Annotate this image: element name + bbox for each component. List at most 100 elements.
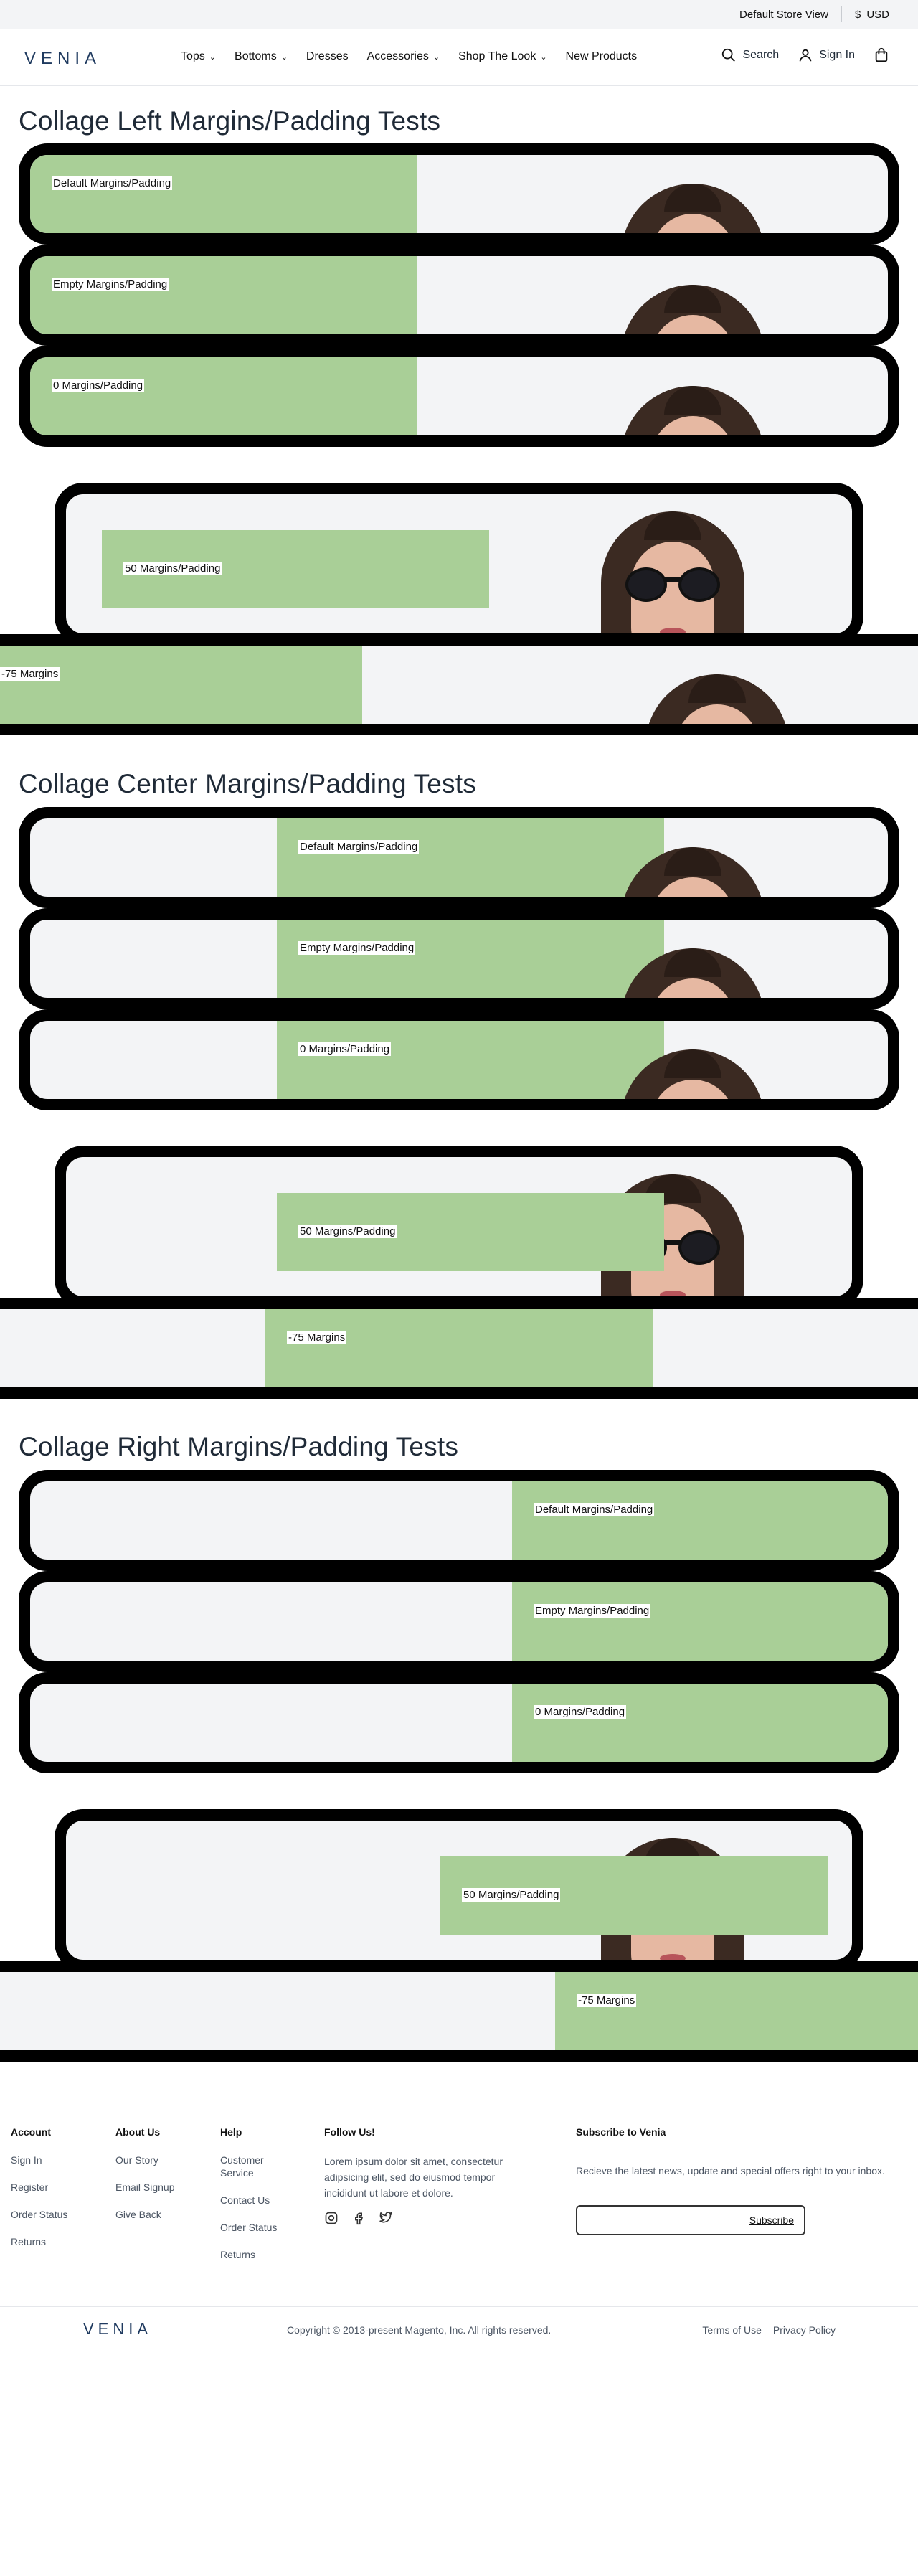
- collage-row-left-zero: 0 Margins/Padding: [19, 346, 899, 447]
- shopping-bag-icon: [875, 47, 888, 62]
- collage-row-right-default: Default Margins/Padding: [19, 1470, 899, 1571]
- section-title-center: Collage Center Margins/Padding Tests: [19, 769, 476, 798]
- venia-logo[interactable]: VENIA: [24, 49, 101, 69]
- footer-heading: Account: [11, 2126, 51, 2138]
- row-label: 50 Margins/Padding: [298, 1225, 397, 1238]
- subscribe-button[interactable]: Subscribe: [749, 2214, 794, 2226]
- content-panel: [512, 1481, 888, 1560]
- section-title-left: Collage Left Margins/Padding Tests: [19, 106, 441, 136]
- collage-row-center-empty: Empty Margins/Padding: [19, 908, 899, 1009]
- collage-row-right-fifty: 50 Margins/Padding: [55, 1809, 863, 1971]
- twitter-icon[interactable]: [379, 2211, 393, 2225]
- footer-col-help: Help Customer Service Contact Us Order S…: [220, 2126, 299, 2275]
- facebook-icon[interactable]: [351, 2211, 366, 2225]
- chevron-down-icon: ⌄: [432, 52, 440, 62]
- row-label: 50 Margins/Padding: [462, 1888, 561, 1902]
- collage-row-right-empty: Empty Margins/Padding: [19, 1571, 899, 1672]
- footer-link-sign-in[interactable]: Sign In: [11, 2153, 67, 2166]
- main-nav: Tops ⌄ Bottoms ⌄ Dresses Accessories ⌄ Shop…: [181, 50, 656, 63]
- collage-row-center-zero: 0 Margins/Padding: [19, 1009, 899, 1110]
- collage-row-center-neg75: -75 Margins: [0, 1298, 918, 1399]
- footer-link-returns[interactable]: Returns: [11, 2235, 67, 2248]
- user-icon: [799, 49, 812, 62]
- nav-item-tops[interactable]: Tops ⌄: [181, 50, 216, 63]
- subscribe-email-field[interactable]: Subscribe: [576, 2205, 805, 2235]
- row-label: 0 Margins/Padding: [534, 1705, 627, 1719]
- nav-label: Bottoms: [235, 50, 277, 62]
- footer-link-our-story[interactable]: Our Story: [115, 2153, 175, 2166]
- nav-item-bottoms[interactable]: Bottoms ⌄: [235, 50, 288, 63]
- divider: [841, 6, 842, 22]
- footer-link-register[interactable]: Register: [11, 2181, 67, 2194]
- nav-label: New Products: [565, 50, 638, 62]
- top-bar: Default Store View $ USD: [0, 0, 918, 29]
- collage-row-right-neg75: -75 Margins: [0, 1961, 918, 2062]
- social-links: [324, 2211, 532, 2225]
- row-label: -75 Margins: [577, 1994, 637, 2007]
- content-panel: [30, 155, 417, 233]
- footer-link-returns[interactable]: Returns: [220, 2248, 299, 2261]
- nav-item-shop-the-look[interactable]: Shop The Look ⌄: [458, 50, 546, 63]
- footer-link-customer-service[interactable]: Customer Service: [220, 2153, 299, 2179]
- footer-link-email-signup[interactable]: Email Signup: [115, 2181, 175, 2194]
- nav-label: Dresses: [306, 50, 349, 62]
- row-label: Empty Margins/Padding: [534, 1604, 651, 1618]
- instagram-icon[interactable]: [324, 2211, 339, 2225]
- store-switcher[interactable]: Default Store View: [739, 9, 828, 21]
- footer-heading: Help: [220, 2126, 242, 2138]
- collage-row-left-fifty: 50 Margins/Padding: [55, 483, 863, 645]
- footer-col-follow: Follow Us! Lorem ipsum dolor sit amet, c…: [324, 2126, 532, 2225]
- footer-link-order-status[interactable]: Order Status: [11, 2208, 67, 2221]
- currency-switcher[interactable]: $ USD: [855, 9, 889, 21]
- sign-in-label: Sign In: [819, 49, 855, 61]
- nav-label: Shop The Look: [458, 50, 536, 62]
- row-label: Default Margins/Padding: [52, 176, 173, 190]
- footer-heading: About Us: [115, 2126, 161, 2138]
- row-label: Default Margins/Padding: [534, 1503, 655, 1516]
- row-label: Empty Margins/Padding: [298, 941, 416, 955]
- privacy-policy-link[interactable]: Privacy Policy: [773, 2324, 836, 2336]
- search-icon: [722, 48, 736, 62]
- collage-row-left-default: Default Margins/Padding: [19, 143, 899, 245]
- search-trigger[interactable]: Search: [721, 47, 779, 63]
- nav-item-new-products[interactable]: New Products: [566, 50, 638, 63]
- collage-row-center-fifty: 50 Margins/Padding: [55, 1146, 863, 1308]
- footer-col-subscribe: Subscribe to Venia Recieve the latest ne…: [576, 2126, 885, 2235]
- row-label: 0 Margins/Padding: [52, 379, 145, 392]
- content-panel: [265, 1309, 653, 1387]
- cart-trigger[interactable]: [874, 47, 889, 63]
- footer-link-order-status[interactable]: Order Status: [220, 2221, 299, 2234]
- terms-of-use-link[interactable]: Terms of Use: [702, 2324, 761, 2336]
- copyright-text: Copyright © 2013-present Magento, Inc. A…: [287, 2324, 552, 2336]
- footer-heading: Follow Us!: [324, 2126, 375, 2138]
- follow-description: Lorem ipsum dolor sit amet, consectetur …: [324, 2156, 503, 2199]
- footer-link-contact-us[interactable]: Contact Us: [220, 2194, 299, 2207]
- content-panel: [277, 818, 664, 897]
- content-panel: [512, 1684, 888, 1762]
- nav-item-accessories[interactable]: Accessories ⌄: [367, 50, 440, 63]
- sign-in-trigger[interactable]: Sign In: [798, 47, 855, 63]
- subscribe-description: Recieve the latest news, update and spec…: [576, 2165, 885, 2176]
- section-title-right: Collage Right Margins/Padding Tests: [19, 1432, 459, 1461]
- footer-heading: Subscribe to Venia: [576, 2126, 666, 2138]
- footer-venia-logo[interactable]: VENIA: [83, 2320, 152, 2339]
- collage-row-left-empty: Empty Margins/Padding: [19, 245, 899, 346]
- collage-row-left-neg75: -75 Margins: [0, 634, 918, 735]
- collage-row-right-zero: 0 Margins/Padding: [19, 1672, 899, 1773]
- nav-item-dresses[interactable]: Dresses: [306, 50, 349, 63]
- row-label: 50 Margins/Padding: [123, 562, 222, 575]
- search-label: Search: [742, 49, 780, 61]
- nav-label: Accessories: [366, 50, 429, 62]
- content-panel: [555, 1972, 918, 2050]
- content-panel: [30, 357, 417, 435]
- footer-col-about: About Us Our Story Email Signup Give Bac…: [115, 2126, 175, 2235]
- row-label: 0 Margins/Padding: [298, 1042, 392, 1056]
- chevron-down-icon: ⌄: [280, 52, 288, 62]
- row-label: -75 Margins: [287, 1331, 347, 1344]
- footer-link-give-back[interactable]: Give Back: [115, 2208, 175, 2221]
- nav-label: Tops: [181, 50, 205, 62]
- header-actions: Search Sign In: [721, 47, 889, 63]
- row-label: Default Margins/Padding: [298, 840, 420, 854]
- footer-bottom-bar: VENIA Copyright © 2013-present Magento, …: [0, 2306, 918, 2356]
- content-panel: [30, 256, 417, 334]
